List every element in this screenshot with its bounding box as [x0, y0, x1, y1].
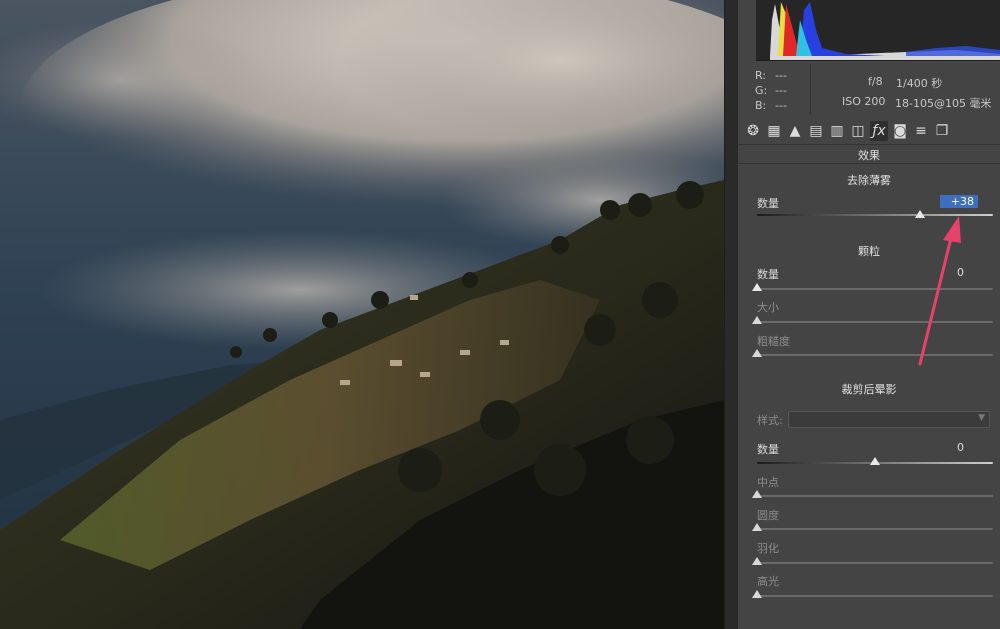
grain-roughness-thumb[interactable]: [752, 349, 762, 357]
red-label: R:: [755, 69, 767, 82]
vignette-feather-thumb[interactable]: [752, 557, 762, 565]
green-value: ---: [775, 84, 787, 97]
grain-roughness-label: 粗糙度: [757, 335, 790, 348]
grid-icon[interactable]: ▦: [765, 121, 783, 141]
grain-size-slider[interactable]: [757, 321, 993, 323]
photo-canvas[interactable]: [0, 0, 724, 629]
vignette-roundness-thumb[interactable]: [752, 523, 762, 531]
fx-icon[interactable]: ƒx: [870, 121, 888, 141]
grain-roughness-slider[interactable]: [757, 354, 993, 356]
grain-size-thumb[interactable]: [752, 316, 762, 324]
mountain-icon[interactable]: ▲: [786, 121, 804, 141]
vignette-midpoint-thumb[interactable]: [752, 490, 762, 498]
dehaze-amount-label: 数量: [757, 197, 779, 210]
shutter-value: 1/400 秒: [896, 77, 943, 90]
vignette-amount-label: 数量: [757, 443, 779, 456]
vignette-midpoint-slider[interactable]: [757, 495, 993, 497]
camera-icon[interactable]: ◙: [891, 121, 909, 141]
vignette-style-select[interactable]: ▼: [788, 411, 990, 428]
grain-size-label: 大小: [757, 301, 779, 314]
grain-amount-label: 数量: [757, 268, 779, 281]
panel-tabs: ❂ ▦ ▲ ▤ ▥ ◫ ƒx ◙ ≡ ❐: [738, 118, 1000, 144]
aperture-value: f/8: [868, 75, 883, 88]
histogram: [756, 0, 1000, 61]
vignette-style-label: 样式:: [757, 414, 783, 427]
vignette-feather-label: 羽化: [757, 542, 779, 555]
dehaze-amount-value[interactable]: +38: [940, 195, 978, 208]
grain-amount-value[interactable]: 0: [934, 266, 964, 279]
vignette-section-title: 裁剪后晕影: [841, 383, 897, 396]
vignette-amount-thumb[interactable]: [870, 457, 880, 465]
vignette-amount-value[interactable]: 0: [934, 441, 964, 454]
sliders-icon[interactable]: ≡: [912, 121, 930, 141]
red-value: ---: [775, 69, 787, 82]
iso-value: ISO 200: [842, 95, 886, 108]
grain-amount-slider[interactable]: [757, 288, 993, 290]
lens-icon[interactable]: ◫: [849, 121, 867, 141]
chevron-down-icon: ▼: [978, 413, 985, 423]
vignette-highlights-slider[interactable]: [757, 595, 993, 597]
vignette-roundness-slider[interactable]: [757, 528, 993, 530]
vignette-midpoint-label: 中点: [757, 476, 779, 489]
vignette-roundness-label: 圆度: [757, 509, 779, 522]
develop-panel: R: --- G: --- B: --- f/8 1/400 秒 ISO 200…: [738, 0, 1000, 629]
blue-label: B:: [755, 99, 767, 112]
panel-title: 效果: [858, 149, 880, 162]
blue-value: ---: [775, 99, 787, 112]
green-label: G:: [755, 84, 768, 97]
vignette-feather-slider[interactable]: [757, 562, 993, 564]
aperture-icon[interactable]: ❂: [744, 121, 762, 141]
grain-section-title: 颗粒: [858, 245, 880, 258]
dehaze-section-title: 去除薄雾: [847, 174, 891, 187]
vignette-highlights-thumb[interactable]: [752, 590, 762, 598]
dehaze-amount-slider[interactable]: [757, 214, 993, 216]
panel-divider[interactable]: [724, 0, 739, 629]
grain-amount-thumb[interactable]: [752, 283, 762, 291]
lens-value: 18-105@105 毫米: [895, 97, 992, 110]
presets-icon[interactable]: ❐: [933, 121, 951, 141]
dehaze-slider-thumb[interactable]: [914, 210, 925, 218]
detail-icon[interactable]: ▥: [828, 121, 846, 141]
vignette-highlights-label: 高光: [757, 575, 779, 588]
split-toning-icon[interactable]: ▤: [807, 121, 825, 141]
landscape-image: [0, 0, 724, 629]
